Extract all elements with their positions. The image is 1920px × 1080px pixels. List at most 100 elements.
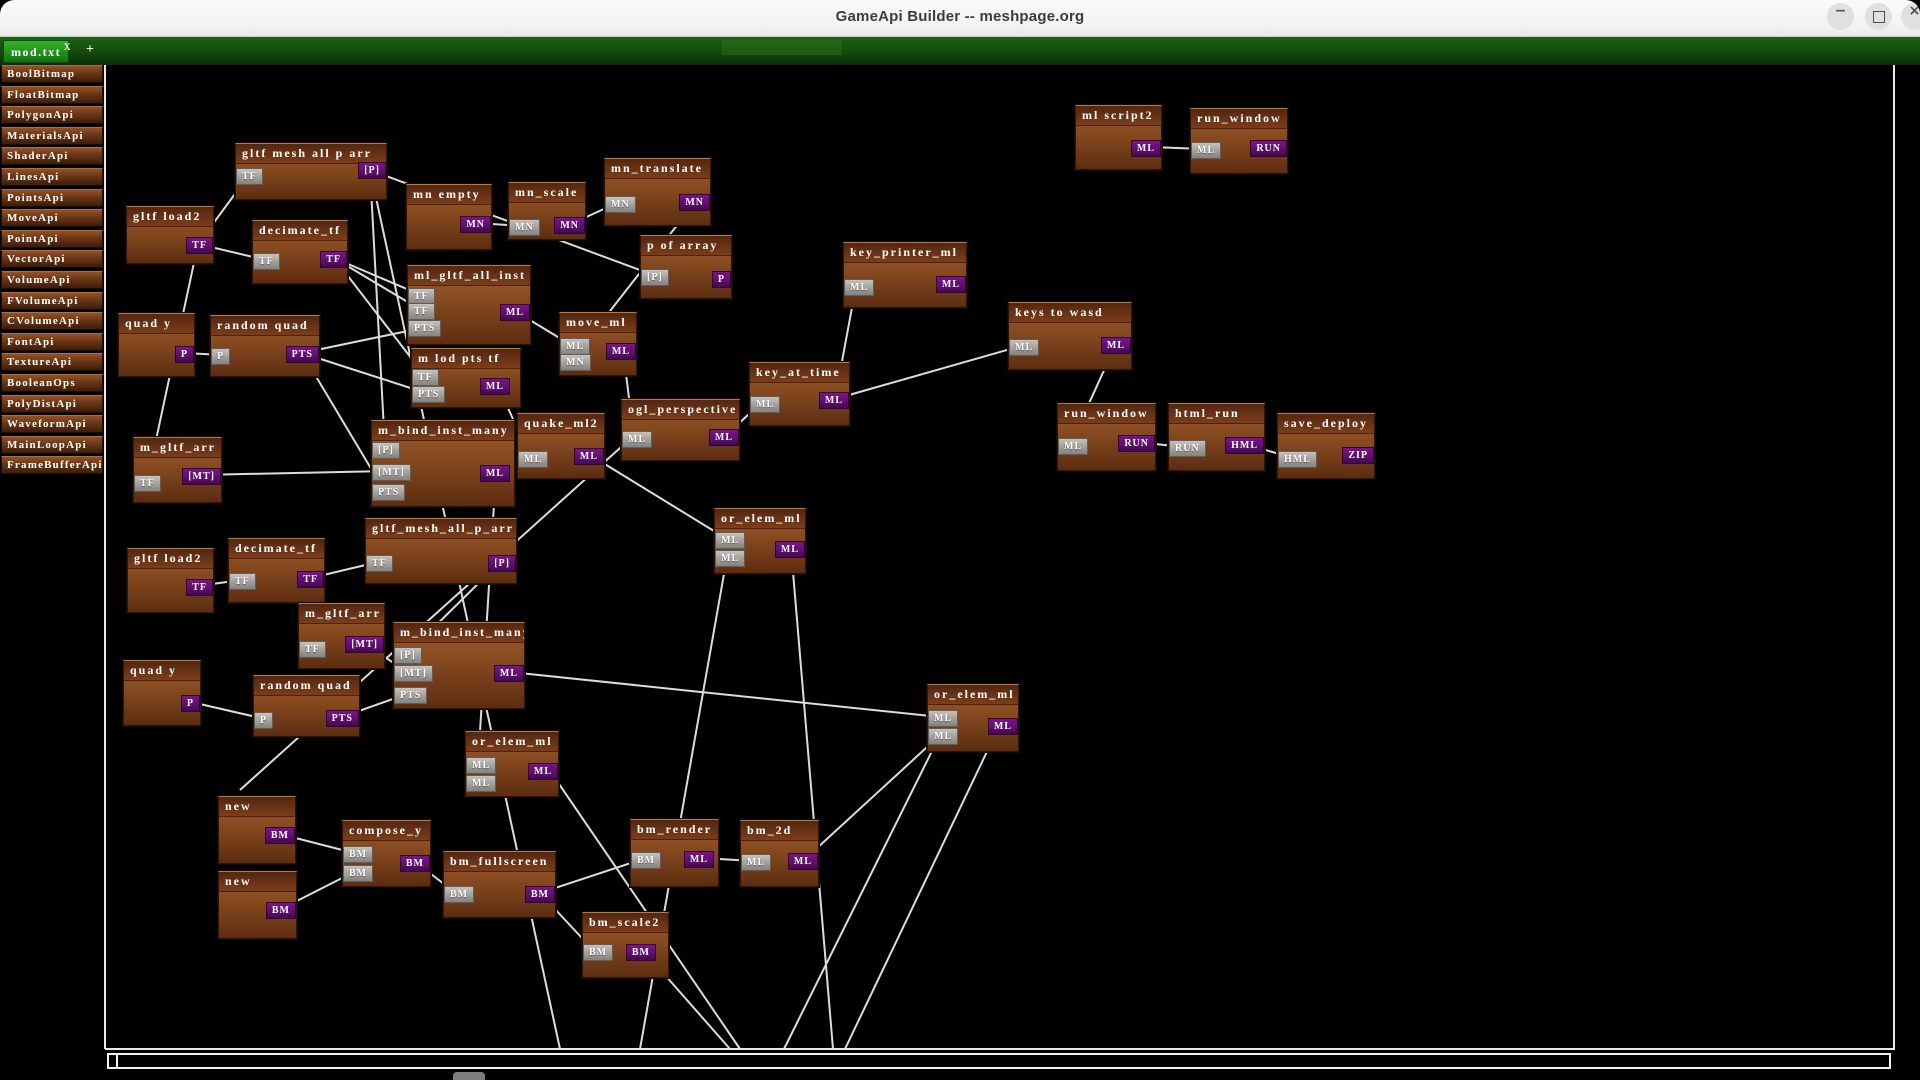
input-port-p[interactable]: [P] xyxy=(394,647,422,664)
output-port-mn[interactable]: MN xyxy=(679,194,710,211)
output-port-hml[interactable]: HML xyxy=(1225,437,1264,454)
input-port-tf[interactable]: TF xyxy=(229,573,256,590)
node-decimate-tf-2[interactable]: decimate_tfTFTF xyxy=(228,538,325,603)
input-port-pts[interactable]: PTS xyxy=(372,484,405,501)
input-port-run[interactable]: RUN xyxy=(1169,440,1206,457)
output-port-tf[interactable]: TF xyxy=(297,571,324,588)
node-bm-render[interactable]: bm_renderBMML xyxy=(630,819,719,887)
output-port-bm[interactable]: BM xyxy=(400,855,430,872)
input-port-tf[interactable]: TF xyxy=(366,555,393,572)
input-port-p[interactable]: P xyxy=(254,712,273,729)
node-random-quad-1[interactable]: random quadPPTS xyxy=(210,315,320,377)
output-port-ml[interactable]: ML xyxy=(819,392,849,409)
input-port-ml[interactable]: ML xyxy=(844,279,874,296)
input-port-ml[interactable]: ML xyxy=(928,710,958,727)
node-keys-to-wasd[interactable]: keys to wasdMLML xyxy=(1008,302,1132,370)
input-port-ml[interactable]: ML xyxy=(560,338,590,355)
node-m-gltf-arr-1[interactable]: m_gltf_arrTF[MT] xyxy=(133,437,222,503)
input-port-ml[interactable]: ML xyxy=(750,396,780,413)
output-port-mn[interactable]: MN xyxy=(460,216,491,233)
node-or-elem-ml-3[interactable]: or_elem_mlMLMLML xyxy=(927,684,1019,752)
node-html-run[interactable]: html_runRUNHML xyxy=(1168,403,1265,471)
input-port-hml[interactable]: HML xyxy=(1278,451,1317,468)
input-port-bm[interactable]: BM xyxy=(343,865,373,882)
output-port-tf[interactable]: TF xyxy=(320,251,347,268)
input-port-mn[interactable]: MN xyxy=(605,196,636,213)
input-port-pts[interactable]: PTS xyxy=(394,687,427,704)
node-bm-fullscreen[interactable]: bm_fullscreenBMBM xyxy=(443,851,556,918)
output-port-p[interactable]: P xyxy=(175,346,194,363)
output-port-pts[interactable]: PTS xyxy=(286,346,319,363)
output-port-ml[interactable]: ML xyxy=(1131,140,1161,157)
node-m-gltf-arr-2[interactable]: m_gltf_arrTF[MT] xyxy=(298,603,385,669)
node-ml-gltf-all-inst[interactable]: ml_gltf_all_instTFTFPTSML xyxy=(407,265,531,345)
input-port-ml[interactable]: ML xyxy=(741,854,771,871)
node-bm-scale2[interactable]: bm_scale2BMBM xyxy=(582,912,669,978)
output-port-ml[interactable]: ML xyxy=(494,665,524,682)
output-port-tf[interactable]: TF xyxy=(186,237,213,254)
output-port-bm[interactable]: BM xyxy=(265,827,295,844)
node-ogl-perspective[interactable]: ogl_perspectiveMLML xyxy=(621,399,740,461)
node-gltf-load2-2[interactable]: gltf load2TF xyxy=(127,548,214,613)
input-port-p[interactable]: [P] xyxy=(641,269,669,286)
node-bm-2d[interactable]: bm_2dMLML xyxy=(740,820,819,887)
node-gltf-mesh-all-p-arr-2[interactable]: gltf_mesh_all_p_arrTF[P] xyxy=(365,518,517,584)
output-port-p[interactable]: P xyxy=(181,695,200,712)
output-port-bm[interactable]: BM xyxy=(626,944,656,961)
output-port-ml[interactable]: ML xyxy=(500,304,530,321)
node-compose-y[interactable]: compose_yBMBMBM xyxy=(342,820,431,887)
output-port-ml[interactable]: ML xyxy=(709,429,739,446)
node-or-elem-ml-2[interactable]: or_elem_mlMLMLML xyxy=(465,731,559,797)
output-port-ml[interactable]: ML xyxy=(528,763,558,780)
output-port-p[interactable]: P xyxy=(712,271,731,288)
node-mn-empty[interactable]: mn emptyMN xyxy=(406,184,492,250)
node-m-bind-inst-many-1[interactable]: m_bind_inst_many[P][MT]PTSML xyxy=(371,420,515,507)
node-quake-ml2[interactable]: quake_ml2MLML xyxy=(517,413,605,479)
node-m-lod-pts-tf[interactable]: m lod pts tfTFPTSML xyxy=(411,348,521,408)
input-port-ml[interactable]: ML xyxy=(518,451,548,468)
node-p-of-array[interactable]: p of array[P]P xyxy=(640,235,732,299)
output-port-ml[interactable]: ML xyxy=(574,448,604,465)
input-port-mt[interactable]: [MT] xyxy=(394,665,433,682)
node-ml-script2[interactable]: ml script2ML xyxy=(1075,105,1162,170)
node-key-printer-ml[interactable]: key_printer_mlMLML xyxy=(843,242,967,308)
node-mn-scale[interactable]: mn_scaleMNMN xyxy=(508,182,586,240)
node-decimate-tf-1[interactable]: decimate_tfTFTF xyxy=(252,220,348,284)
node-or-elem-ml-1[interactable]: or_elem_mlMLMLML xyxy=(714,508,806,574)
output-port-ml[interactable]: ML xyxy=(1101,337,1131,354)
input-port-pts[interactable]: PTS xyxy=(412,386,445,403)
input-port-tf[interactable]: TF xyxy=(408,303,435,320)
output-port-mn[interactable]: MN xyxy=(554,217,585,234)
node-gltf-load2-1[interactable]: gltf load2TF xyxy=(126,206,214,264)
output-port-p[interactable]: [P] xyxy=(358,162,386,179)
input-port-mn[interactable]: MN xyxy=(560,354,591,371)
output-port-ml[interactable]: ML xyxy=(936,276,966,293)
output-port-mt[interactable]: [MT] xyxy=(182,468,221,485)
input-port-bm[interactable]: BM xyxy=(631,852,661,869)
output-port-pts[interactable]: PTS xyxy=(326,710,359,727)
node-m-bind-inst-many-2[interactable]: m_bind_inst_many[P][MT]PTSML xyxy=(393,622,525,709)
node-move-ml[interactable]: move_mlMLMNML xyxy=(559,312,637,376)
input-port-ml[interactable]: ML xyxy=(1009,339,1039,356)
output-port-bm[interactable]: BM xyxy=(525,886,555,903)
node-new-2[interactable]: newBM xyxy=(218,871,297,939)
node-run-window-1[interactable]: run_windowMLRUN xyxy=(1190,108,1288,174)
input-port-ml[interactable]: ML xyxy=(928,728,958,745)
output-port-run[interactable]: RUN xyxy=(1250,140,1287,157)
input-port-mn[interactable]: MN xyxy=(509,219,540,236)
output-port-tf[interactable]: TF xyxy=(186,579,213,596)
input-port-p[interactable]: P xyxy=(211,348,230,365)
output-port-ml[interactable]: ML xyxy=(988,718,1018,735)
input-port-ml[interactable]: ML xyxy=(715,550,745,567)
input-port-bm[interactable]: BM xyxy=(343,846,373,863)
input-port-tf[interactable]: TF xyxy=(253,253,280,270)
input-port-tf[interactable]: TF xyxy=(236,168,263,185)
node-run-window-2[interactable]: run_windowMLRUN xyxy=(1057,403,1156,471)
input-port-tf[interactable]: TF xyxy=(134,475,161,492)
input-port-bm[interactable]: BM xyxy=(583,944,613,961)
output-port-p[interactable]: [P] xyxy=(488,555,516,572)
node-save-deploy[interactable]: save_deployHMLZIP xyxy=(1277,413,1375,479)
input-port-bm[interactable]: BM xyxy=(444,886,474,903)
node-quad-y-2[interactable]: quad yP xyxy=(123,660,201,726)
output-port-bm[interactable]: BM xyxy=(266,902,296,919)
